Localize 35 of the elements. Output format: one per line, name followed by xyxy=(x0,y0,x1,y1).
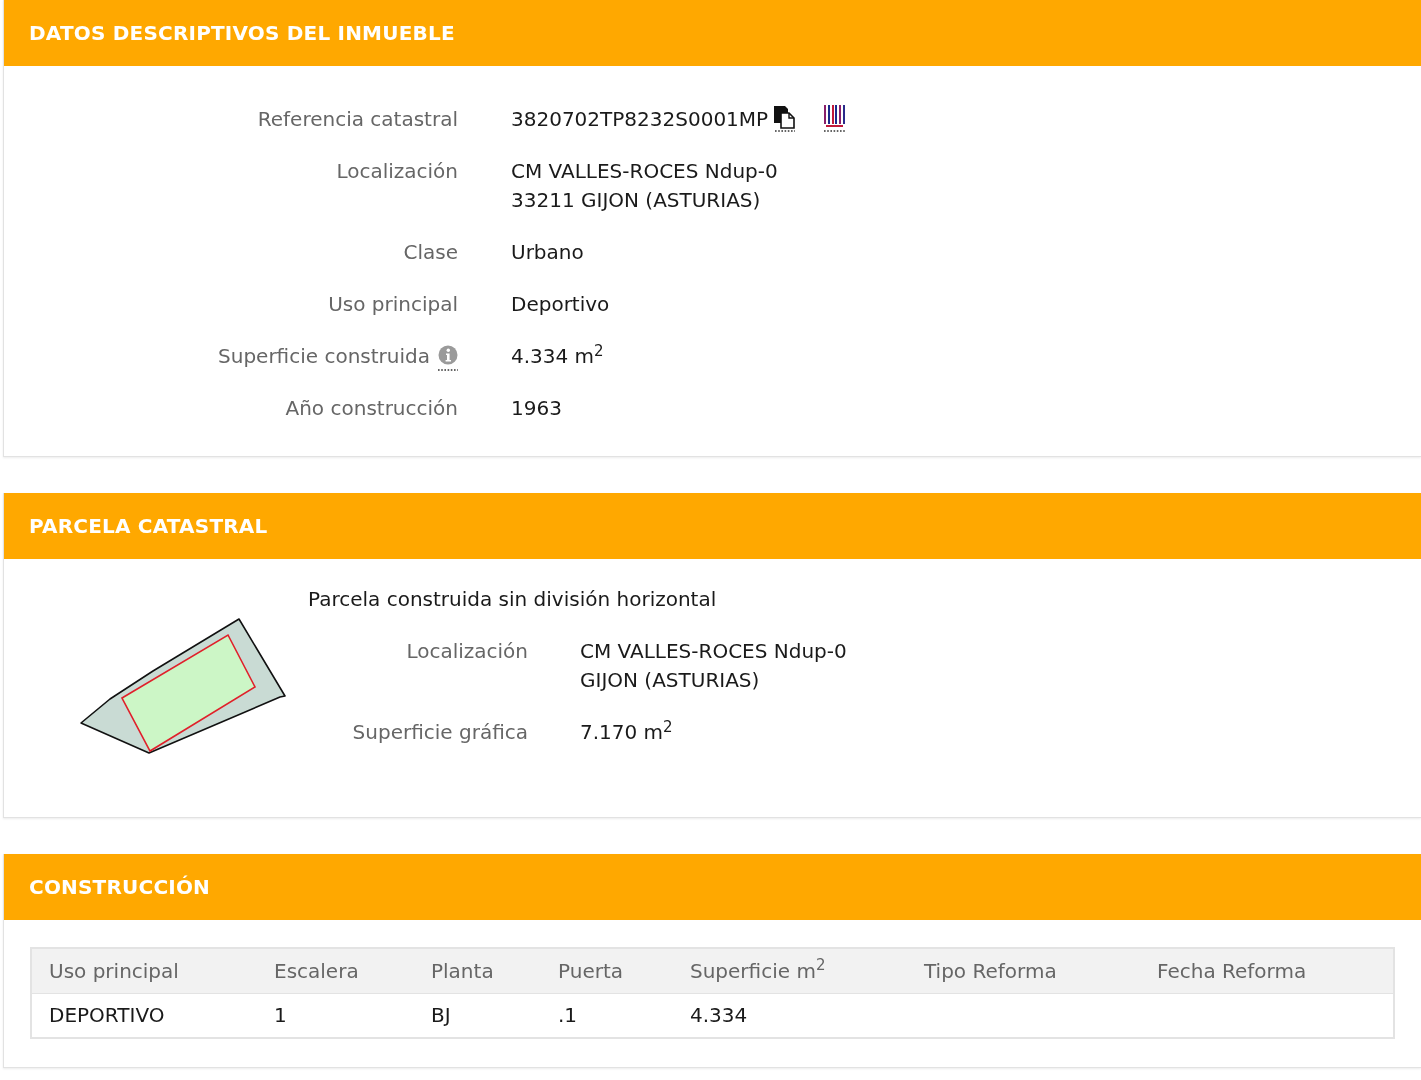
field-value: 1963 xyxy=(511,396,562,420)
field-label: Localización xyxy=(406,639,528,663)
field-label: Superficie construida xyxy=(218,344,430,368)
field-label: Localización xyxy=(336,159,458,183)
parcel-description: Parcela construida sin división horizontal xyxy=(308,586,718,613)
column-header: Puerta xyxy=(541,948,673,993)
barcode-icon[interactable] xyxy=(823,105,848,132)
column-header: Escalera xyxy=(257,948,414,993)
column-header: Tipo Reforma xyxy=(907,948,1140,993)
copy-icon[interactable] xyxy=(774,106,797,132)
field-value: CM VALLES-ROCES Ndup-0 GIJON (ASTURIAS) xyxy=(580,639,847,692)
field-value: 7.170 m$^{2}$ xyxy=(580,720,673,744)
column-header: Planta xyxy=(414,948,541,993)
field-value: 3820702TP8232S0001MP xyxy=(511,107,769,131)
field-label: Superficie gráfica xyxy=(352,720,528,744)
info-icon[interactable] xyxy=(438,345,458,371)
field-value: Deportivo xyxy=(511,292,610,316)
section-title: PARCELA CATASTRAL xyxy=(29,513,268,540)
field-label: Clase xyxy=(403,240,458,264)
table-cell: 1 xyxy=(257,993,414,1038)
table-cell: BJ xyxy=(414,993,541,1038)
table-cell: 4.334 xyxy=(673,993,907,1038)
field-label: Uso principal xyxy=(328,292,458,316)
table-cell: DEPORTIVO xyxy=(31,993,257,1038)
section-title: DATOS DESCRIPTIVOS DEL INMUEBLE xyxy=(29,20,455,47)
field-label: Año construcción xyxy=(285,396,458,420)
field-value: CM VALLES-ROCES Ndup-0 33211 GIJON (ASTURIAS) xyxy=(511,159,778,212)
field-value: 4.334 m$^{2}$ xyxy=(511,344,604,368)
field-value: Urbano xyxy=(511,240,584,264)
table-cell: .1 xyxy=(541,993,673,1038)
column-header: Superficie m$^{2}$ xyxy=(673,948,907,993)
column-header: Fecha Reforma xyxy=(1140,948,1394,993)
column-header: Uso principal xyxy=(31,948,257,993)
section-title: CONSTRUCCIÓN xyxy=(29,874,211,901)
field-label: Referencia catastral xyxy=(257,107,458,131)
